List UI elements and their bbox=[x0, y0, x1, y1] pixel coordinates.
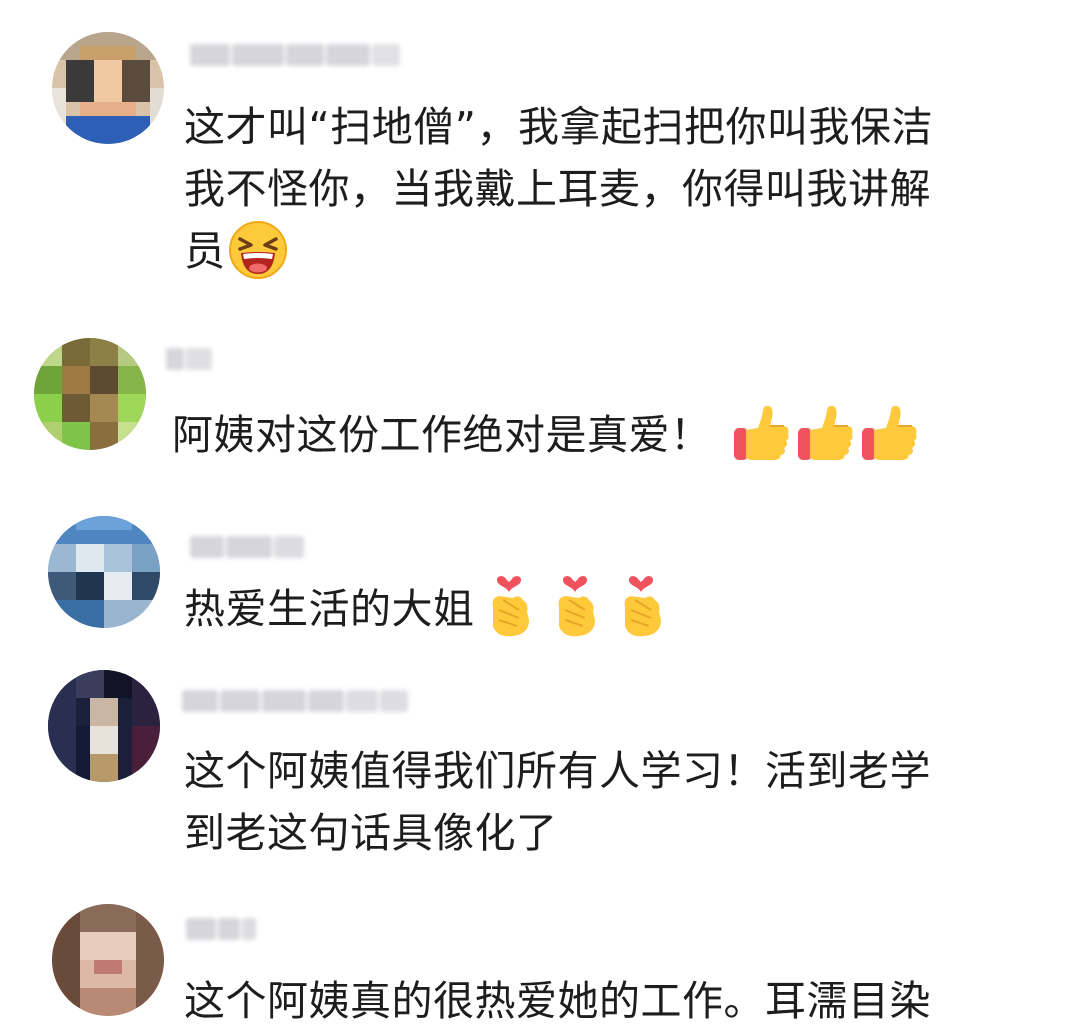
avatar[interactable] bbox=[48, 670, 160, 782]
username-blurred[interactable] bbox=[186, 912, 256, 946]
finger-heart-emoji bbox=[549, 576, 601, 640]
comment-item: 热爱生活的大姐 bbox=[0, 490, 1080, 660]
comment-item: 这才叫“扫地僧”，我拿起扫把你叫我保洁 我不怪你，当我戴上耳麦，你得叫我讲解 员 bbox=[0, 0, 1080, 300]
comment-text: 阿姨对这份工作绝对是真爱！ bbox=[172, 404, 920, 468]
username-blurred[interactable] bbox=[182, 684, 408, 718]
username-blurred[interactable] bbox=[166, 342, 212, 376]
comment-list: 这才叫“扫地僧”，我拿起扫把你叫我保洁 我不怪你，当我戴上耳麦，你得叫我讲解 员 bbox=[0, 0, 1080, 1031]
thumbs-up-emoji bbox=[730, 404, 792, 464]
comment-item: 这个阿姨值得我们所有人学习！活到老学 到老这句话具像化了 bbox=[0, 660, 1080, 890]
comment-line: 这才叫“扫地僧”，我拿起扫把你叫我保洁 bbox=[184, 103, 933, 151]
comment-line: 这个阿姨真的很热爱她的工作。耳濡目染 bbox=[184, 977, 931, 1025]
comment-line-text: 阿姨对这份工作绝对是真爱！ bbox=[172, 411, 712, 459]
finger-heart-emoji bbox=[615, 576, 667, 640]
avatar[interactable] bbox=[48, 516, 160, 628]
comment-line: 这个阿姨值得我们所有人学习！活到老学 bbox=[184, 747, 931, 795]
finger-heart-emoji bbox=[483, 576, 535, 640]
comment-text: 这个阿姨真的很热爱她的工作。耳濡目染 bbox=[184, 970, 931, 1031]
comment-text: 热爱生活的大姐 bbox=[184, 576, 667, 644]
avatar[interactable] bbox=[34, 338, 146, 450]
comment-line: 热爱生活的大姐 bbox=[184, 576, 667, 644]
username-blurred[interactable] bbox=[190, 38, 400, 72]
comment-line-text: 热爱生活的大姐 bbox=[184, 585, 475, 633]
username-blurred[interactable] bbox=[190, 530, 304, 564]
laughing-squint-emoji bbox=[228, 220, 288, 280]
comment-text: 这才叫“扫地僧”，我拿起扫把你叫我保洁 我不怪你，当我戴上耳麦，你得叫我讲解 员 bbox=[184, 96, 933, 284]
comment-line: 阿姨对这份工作绝对是真爱！ bbox=[172, 404, 920, 468]
avatar[interactable] bbox=[52, 904, 164, 1016]
comment-line: 到老这句话具像化了 bbox=[184, 809, 558, 857]
comment-line: 员 bbox=[184, 220, 933, 284]
comment-text: 这个阿姨值得我们所有人学习！活到老学 到老这句话具像化了 bbox=[184, 740, 931, 864]
comment-item: 阿姨对这份工作绝对是真爱！ bbox=[0, 300, 1080, 490]
thumbs-up-emoji bbox=[794, 404, 856, 464]
comment-line-text: 员 bbox=[184, 227, 226, 275]
avatar[interactable] bbox=[52, 32, 164, 144]
thumbs-up-emoji bbox=[858, 404, 920, 464]
comment-line: 我不怪你，当我戴上耳麦，你得叫我讲解 bbox=[184, 165, 931, 213]
comment-item: 这个阿姨真的很热爱她的工作。耳濡目染 bbox=[0, 890, 1080, 1031]
